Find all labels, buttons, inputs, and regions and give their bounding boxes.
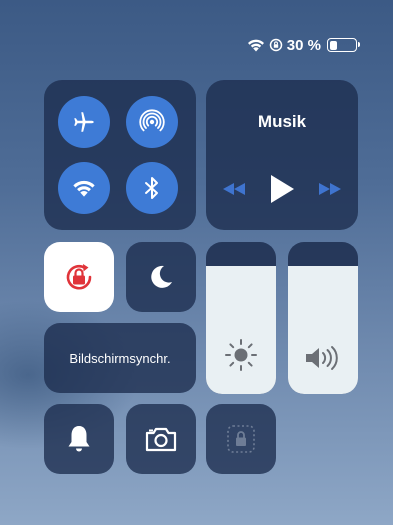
airplane-mode-button[interactable] <box>58 96 110 148</box>
camera-button[interactable] <box>126 404 196 474</box>
battery-percentage: 30 % <box>286 36 321 54</box>
airdrop-button[interactable] <box>126 96 178 148</box>
sun-icon <box>225 339 257 371</box>
brightness-slider[interactable] <box>206 242 276 394</box>
volume-slider-fill <box>288 266 358 394</box>
wifi-icon <box>73 180 95 197</box>
bell-button[interactable] <box>44 404 114 474</box>
guided-access-button[interactable] <box>206 404 276 474</box>
lock-dotted-icon <box>227 425 255 453</box>
airdrop-icon <box>139 109 165 132</box>
fast-forward-icon[interactable] <box>317 181 343 197</box>
screen-mirroring-button[interactable]: Bildschirmsynchr. <box>44 323 196 393</box>
rotation-lock-button[interactable] <box>44 242 114 312</box>
do-not-disturb-button[interactable] <box>126 242 196 312</box>
camera-icon <box>145 427 177 452</box>
speaker-icon <box>306 346 338 370</box>
airplane-icon <box>74 112 94 132</box>
music-module[interactable]: Musik <box>206 80 358 230</box>
play-icon[interactable] <box>269 174 295 204</box>
bluetooth-button[interactable] <box>126 162 178 214</box>
media-controls <box>206 174 358 204</box>
wifi-button[interactable] <box>58 162 110 214</box>
screen-mirroring-label: Bildschirmsynchr. <box>69 350 171 366</box>
music-title: Musik <box>257 112 307 131</box>
bell-icon <box>68 426 90 452</box>
rotation-lock-status-icon <box>269 38 283 52</box>
connectivity-module[interactable] <box>44 80 196 230</box>
rotation-lock-icon <box>66 264 92 290</box>
brightness-slider-fill <box>206 266 276 394</box>
moon-icon <box>151 265 172 288</box>
battery-icon <box>327 38 360 52</box>
bluetooth-icon <box>145 177 158 199</box>
rewind-icon[interactable] <box>221 181 247 197</box>
wifi-icon <box>247 39 264 52</box>
status-bar: 30 % <box>247 34 360 56</box>
battery-level <box>329 40 337 50</box>
volume-slider[interactable] <box>288 242 358 394</box>
